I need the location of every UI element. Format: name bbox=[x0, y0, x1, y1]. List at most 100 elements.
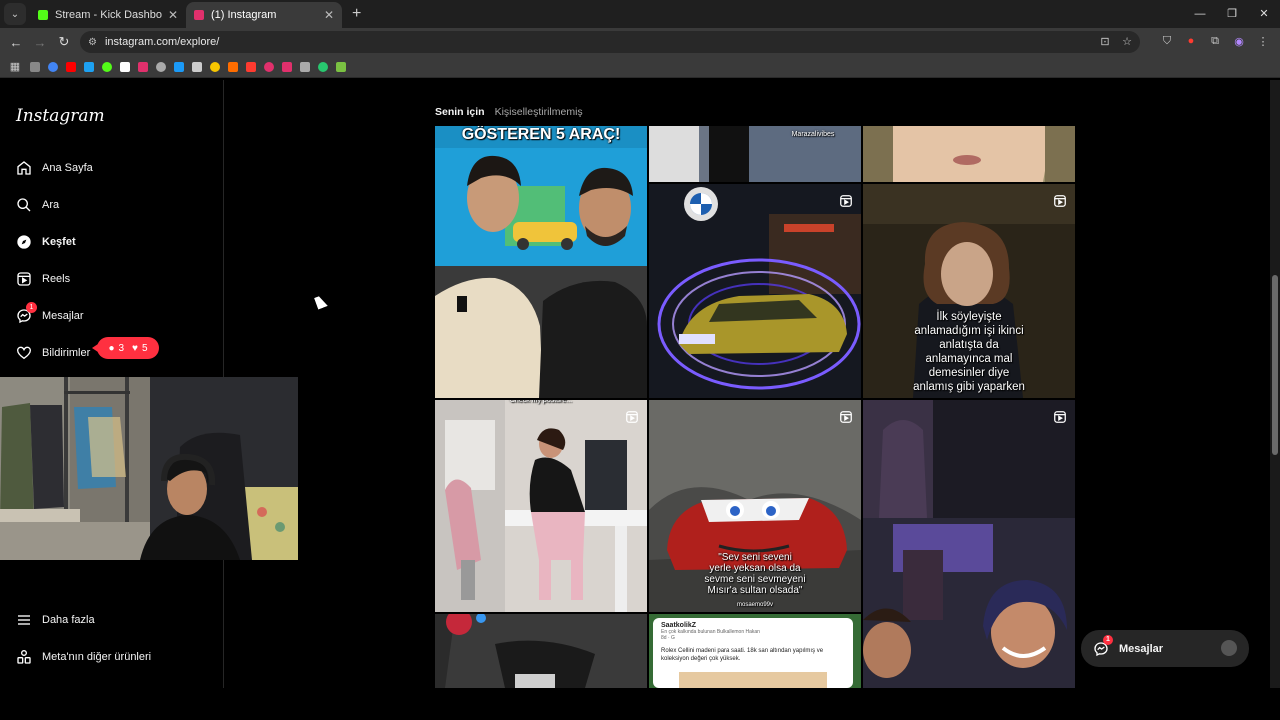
sidebar-item-home[interactable]: Ana Sayfa bbox=[16, 160, 93, 176]
reel-indicator-icon bbox=[1054, 195, 1066, 207]
reel-indicator-icon bbox=[840, 411, 852, 423]
tab-close-icon[interactable]: ✕ bbox=[168, 8, 178, 22]
bookmark-favicon-icon[interactable] bbox=[246, 61, 256, 72]
bookmark-favicon-icon[interactable] bbox=[102, 61, 112, 72]
post-caption: "Sev seni seveni yerle yeksan olsa da se… bbox=[649, 552, 861, 596]
sidebar-item-messages[interactable]: 1 Mesajlar bbox=[16, 302, 84, 324]
browser-menu-icon[interactable]: ⋮ bbox=[1256, 34, 1270, 48]
new-tab-button[interactable]: + bbox=[352, 5, 361, 23]
red-extension-icon[interactable]: ● bbox=[1184, 34, 1198, 48]
sidebar-item-notifications[interactable]: Bildirimler bbox=[16, 345, 90, 361]
bookmarks-bar: ▦ bbox=[0, 56, 1280, 78]
search-icon bbox=[17, 198, 31, 212]
grid-post-reel[interactable]: İlk söyleyişte anlamadığım işi ikinci an… bbox=[863, 184, 1075, 398]
caption-line: anlatışta da bbox=[939, 339, 999, 351]
sidebar-item-label: Reels bbox=[42, 273, 71, 285]
bookmark-favicon-icon[interactable] bbox=[318, 61, 328, 72]
grid-post-reel-tall[interactable] bbox=[863, 400, 1075, 688]
tab-search-button[interactable]: ⌄ bbox=[4, 3, 26, 25]
bookmark-favicon-icon[interactable] bbox=[120, 61, 130, 72]
apps-grid-icon[interactable]: ▦ bbox=[8, 60, 22, 74]
sidebar-item-more[interactable]: Daha fazla bbox=[16, 612, 95, 628]
bookmark-favicon-icon[interactable] bbox=[30, 61, 40, 72]
grid-post-reel[interactable]: "Sev seni seveni yerle yeksan olsa da se… bbox=[649, 400, 861, 612]
bookmark-favicon-icon[interactable] bbox=[138, 61, 148, 72]
forward-button[interactable]: → bbox=[28, 35, 52, 50]
tab-non-personalized[interactable]: Kişiselleştirilmemiş bbox=[495, 106, 583, 118]
like-icon: ♥ bbox=[132, 342, 138, 354]
menu-icon bbox=[18, 615, 30, 625]
bookmark-favicon-icon[interactable] bbox=[84, 61, 94, 72]
sidebar-item-explore[interactable]: Keşfet bbox=[16, 234, 76, 250]
bookmark-favicon-icon[interactable] bbox=[210, 61, 220, 72]
extensions-puzzle-icon[interactable]: ⧉ bbox=[1208, 34, 1222, 48]
sidebar-item-label: Mesajlar bbox=[42, 310, 84, 322]
comment-count: 3 bbox=[118, 342, 125, 354]
caption-line: "Sev seni seveni bbox=[718, 552, 792, 563]
post-overlay-text: Check my posture... bbox=[509, 400, 573, 404]
sidebar-item-search[interactable]: Ara bbox=[16, 197, 59, 213]
bookmark-favicon-icon[interactable] bbox=[228, 61, 238, 72]
explore-grid: GÖSTEREN 5 ARAÇ! Marazalivibes İlk söyle… bbox=[435, 126, 1077, 688]
tab-kick-dashboard[interactable]: Stream - Kick Dashboard ✕ bbox=[30, 2, 186, 28]
grid-post-reel[interactable] bbox=[649, 184, 861, 398]
minimize-button[interactable]: — bbox=[1184, 0, 1216, 28]
bookmark-favicon-icon[interactable] bbox=[336, 61, 346, 72]
page-scrollbar[interactable] bbox=[1270, 80, 1280, 688]
webcam-image bbox=[0, 377, 298, 560]
reel-indicator-icon bbox=[1054, 411, 1066, 423]
post-thumbnail bbox=[435, 614, 647, 688]
instagram-explore-page: Instagram Ana Sayfa Ara Keşfet Reels 1 M… bbox=[0, 80, 1270, 688]
reel-indicator-icon bbox=[626, 411, 638, 423]
extensions-bar: ⛉ ● ⧉ ◉ ⋮ bbox=[1160, 34, 1270, 48]
close-window-button[interactable]: ✕ bbox=[1248, 0, 1280, 28]
instagram-logo[interactable]: Instagram bbox=[16, 106, 105, 126]
post-handle: mosaemo99v bbox=[736, 602, 774, 608]
apps-icon bbox=[17, 650, 31, 664]
sidebar-item-label: Ana Sayfa bbox=[42, 162, 93, 174]
tab-close-icon[interactable]: ✕ bbox=[324, 8, 334, 22]
back-button[interactable]: ← bbox=[4, 35, 28, 50]
scrollbar-thumb[interactable] bbox=[1272, 275, 1278, 455]
reel-indicator-icon bbox=[840, 195, 852, 207]
bookmark-star-icon[interactable]: ☆ bbox=[1120, 34, 1134, 48]
notification-popup-pill[interactable]: ● 3 ♥ 5 bbox=[92, 337, 159, 359]
grid-post-reel[interactable]: Check my posture... bbox=[435, 400, 647, 612]
install-app-icon[interactable]: ⊡ bbox=[1098, 34, 1112, 48]
url-omnibox[interactable]: ⚙ instagram.com/explore/ ⊡ ☆ bbox=[80, 31, 1140, 53]
sidebar-item-label: Meta'nın diğer ürünleri bbox=[42, 651, 152, 663]
caption-line: anlamadığım işi ikinci bbox=[914, 325, 1024, 337]
bookmark-favicon-icon[interactable] bbox=[192, 61, 202, 72]
post-thumbnail bbox=[435, 126, 647, 398]
instagram-favicon-icon bbox=[194, 10, 204, 20]
site-info-icon[interactable]: ⚙ bbox=[88, 37, 97, 48]
bookmark-favicon-icon[interactable] bbox=[174, 61, 184, 72]
messages-floating-button[interactable]: 1 Mesajlar bbox=[1081, 630, 1249, 667]
tab-for-you[interactable]: Senin için bbox=[435, 106, 485, 118]
reload-button[interactable]: ↻ bbox=[52, 34, 76, 50]
bookmark-favicon-icon[interactable] bbox=[66, 61, 76, 72]
caption-line: anlamış gibi yaparken bbox=[913, 381, 1025, 393]
grid-post[interactable] bbox=[435, 614, 647, 688]
post-thumbnail bbox=[863, 400, 1075, 688]
grid-post-tall[interactable]: GÖSTEREN 5 ARAÇ! bbox=[435, 126, 647, 398]
bookmark-favicon-icon[interactable] bbox=[282, 61, 292, 72]
bookmark-favicon-icon[interactable] bbox=[156, 61, 166, 72]
sidebar-item-label: Bildirimler bbox=[42, 347, 91, 359]
bookmark-favicon-icon[interactable] bbox=[48, 61, 58, 72]
shield-extension-icon[interactable]: ⛉ bbox=[1160, 34, 1174, 48]
grid-post[interactable] bbox=[863, 126, 1075, 182]
restore-button[interactable]: ❐ bbox=[1216, 0, 1248, 28]
tab-instagram[interactable]: (1) Instagram ✕ bbox=[186, 2, 342, 28]
grid-post[interactable]: SaatkolikZ En çok kalkında bulunan Bulka… bbox=[649, 614, 861, 688]
caption-line: sevme seni sevmeyeni bbox=[704, 574, 806, 585]
sidebar-item-meta-products[interactable]: Meta'nın diğer ürünleri bbox=[16, 649, 151, 665]
sidebar-item-reels[interactable]: Reels bbox=[16, 271, 70, 287]
sidebar-item-label: Keşfet bbox=[42, 236, 76, 248]
kick-favicon-icon bbox=[38, 10, 48, 20]
grid-post[interactable]: Marazalivibes bbox=[649, 126, 861, 182]
bookmark-favicon-icon[interactable] bbox=[300, 61, 310, 72]
bookmark-favicon-icon[interactable] bbox=[264, 61, 274, 72]
profile-avatar-icon[interactable]: ◉ bbox=[1232, 34, 1246, 48]
address-bar-row: ← → ↻ ⚙ instagram.com/explore/ ⊡ ☆ ⛉ ● ⧉… bbox=[0, 28, 1280, 56]
